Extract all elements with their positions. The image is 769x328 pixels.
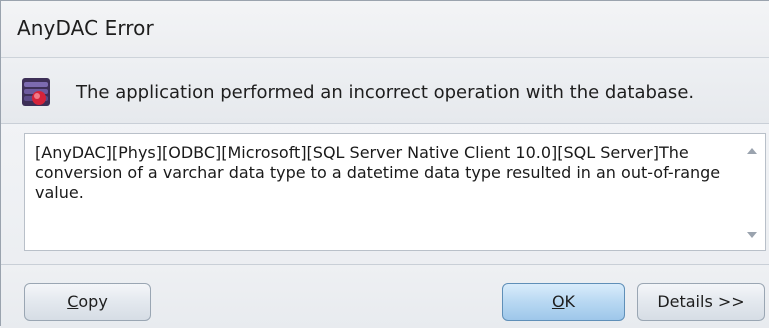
database-error-icon [22,78,50,106]
error-details-memo[interactable]: [AnyDAC][Phys][ODBC][Microsoft][SQL Serv… [24,133,766,251]
scroll-up-arrow-icon[interactable] [747,148,757,154]
dialog-title: AnyDAC Error [17,16,154,40]
details-button-label: Details >> [657,292,745,311]
title-bar: AnyDAC Error [1,1,769,58]
details-button[interactable]: Details >> [637,283,765,321]
dialog-footer: Copy OK Details >> [1,264,769,328]
copy-button[interactable]: Copy [24,283,151,321]
error-summary: The application performed an incorrect o… [76,82,695,103]
scroll-down-arrow-icon[interactable] [747,232,757,238]
ok-button[interactable]: OK [502,283,625,321]
copy-button-label: Copy [67,292,108,311]
error-details-text: [AnyDAC][Phys][ODBC][Microsoft][SQL Serv… [35,143,726,202]
error-dialog: AnyDAC Error The application performed a… [0,0,769,328]
error-header: The application performed an incorrect o… [1,58,769,124]
ok-button-label: OK [551,292,576,311]
